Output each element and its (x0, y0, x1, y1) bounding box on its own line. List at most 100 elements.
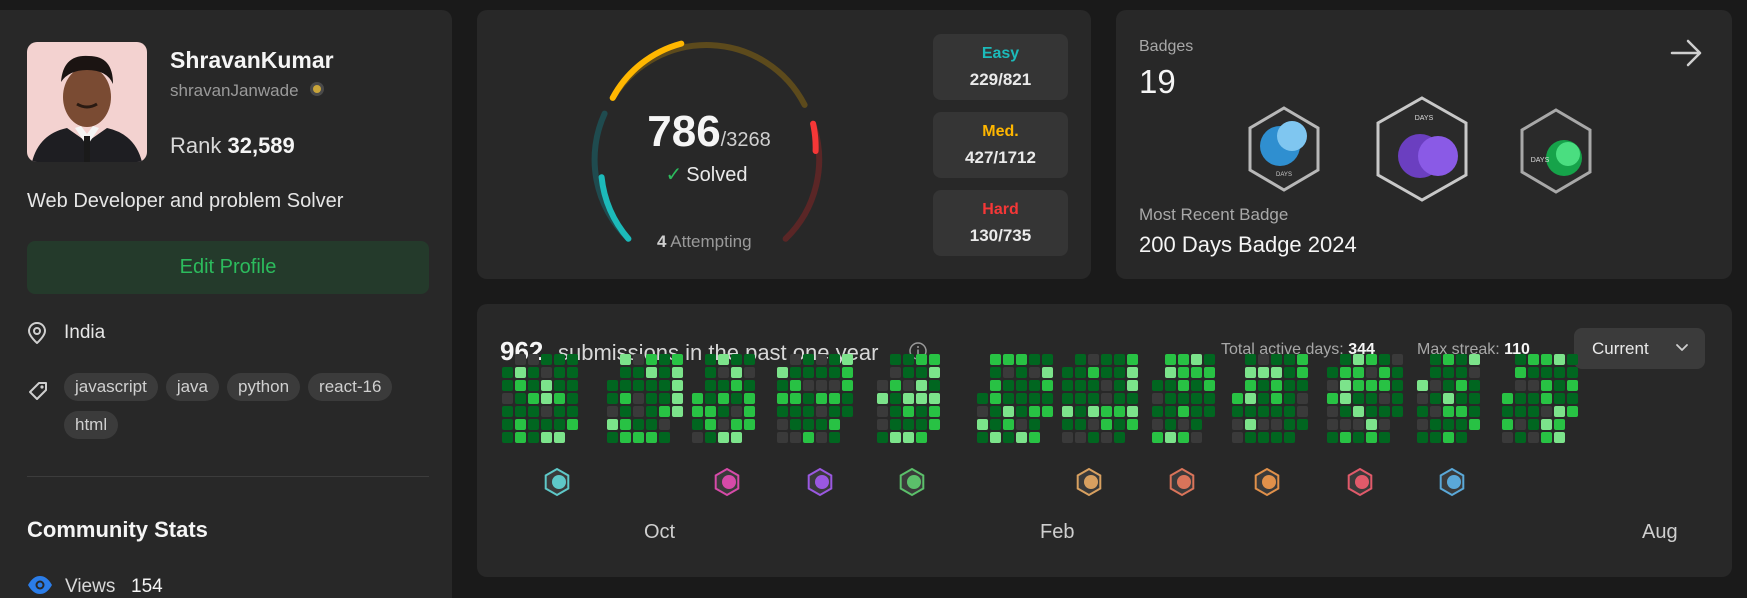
heatmap-day-cell[interactable] (1379, 419, 1390, 430)
heatmap-day-cell[interactable] (1379, 380, 1390, 391)
heatmap-day-cell[interactable] (1430, 419, 1441, 430)
heatmap-day-cell[interactable] (1232, 432, 1243, 443)
heatmap-day-cell[interactable] (1088, 432, 1099, 443)
heatmap-day-cell[interactable] (890, 380, 901, 391)
heatmap-day-cell[interactable] (1456, 380, 1467, 391)
heatmap-day-cell[interactable] (829, 393, 840, 404)
heatmap-day-cell[interactable] (541, 406, 552, 417)
heatmap-day-cell[interactable] (1327, 419, 1338, 430)
heatmap-day-cell[interactable] (1016, 380, 1027, 391)
skill-tag[interactable]: react-16 (308, 373, 393, 401)
heatmap-day-cell[interactable] (1284, 380, 1295, 391)
heatmap-day-cell[interactable] (829, 380, 840, 391)
heatmap-day-cell[interactable] (877, 406, 888, 417)
heatmap-day-cell[interactable] (541, 432, 552, 443)
heatmap-day-cell[interactable] (1178, 380, 1189, 391)
skill-tag[interactable]: html (64, 411, 119, 439)
heatmap-day-cell[interactable] (929, 380, 940, 391)
heatmap-day-cell[interactable] (1127, 367, 1138, 378)
heatmap-day-cell[interactable] (705, 380, 716, 391)
heatmap-day-cell[interactable] (1003, 367, 1014, 378)
heatmap-day-cell[interactable] (1541, 367, 1552, 378)
heatmap-day-cell[interactable] (1515, 406, 1526, 417)
heatmap-day-cell[interactable] (803, 393, 814, 404)
heatmap-day-cell[interactable] (1127, 419, 1138, 430)
heatmap-day-cell[interactable] (1016, 432, 1027, 443)
heatmap-day-cell[interactable] (718, 406, 729, 417)
heatmap-day-cell[interactable] (1088, 419, 1099, 430)
heatmap-day-cell[interactable] (816, 419, 827, 430)
heatmap-day-cell[interactable] (1417, 393, 1428, 404)
heatmap-day-cell[interactable] (916, 354, 927, 365)
heatmap-day-cell[interactable] (1191, 406, 1202, 417)
heatmap-day-cell[interactable] (1502, 406, 1513, 417)
heatmap-day-cell[interactable] (515, 419, 526, 430)
heatmap-day-cell[interactable] (1469, 419, 1480, 430)
heatmap-day-cell[interactable] (1075, 354, 1086, 365)
heatmap-day-cell[interactable] (1528, 380, 1539, 391)
heatmap-day-cell[interactable] (1456, 354, 1467, 365)
heatmap-day-cell[interactable] (1502, 393, 1513, 404)
heatmap-day-cell[interactable] (1456, 419, 1467, 430)
heatmap-day-cell[interactable] (502, 419, 513, 430)
heatmap-day-cell[interactable] (633, 419, 644, 430)
heatmap-day-cell[interactable] (1062, 406, 1073, 417)
heatmap-day-cell[interactable] (1379, 432, 1390, 443)
heatmap-day-cell[interactable] (1101, 354, 1112, 365)
heatmap-day-cell[interactable] (502, 367, 513, 378)
heatmap-day-cell[interactable] (1417, 380, 1428, 391)
heatmap-day-cell[interactable] (1554, 393, 1565, 404)
heatmap-day-cell[interactable] (1029, 432, 1040, 443)
heatmap-day-cell[interactable] (1469, 406, 1480, 417)
heatmap-day-cell[interactable] (528, 419, 539, 430)
heatmap-day-cell[interactable] (731, 432, 742, 443)
heatmap-day-cell[interactable] (705, 367, 716, 378)
heatmap-day-cell[interactable] (659, 406, 670, 417)
heatmap-day-cell[interactable] (1541, 354, 1552, 365)
heatmap-day-cell[interactable] (1127, 354, 1138, 365)
heatmap-day-cell[interactable] (1469, 354, 1480, 365)
heatmap-day-cell[interactable] (1528, 419, 1539, 430)
heatmap-day-cell[interactable] (1204, 393, 1215, 404)
heatmap-day-cell[interactable] (1114, 432, 1125, 443)
heatmap-day-cell[interactable] (515, 406, 526, 417)
heatmap-day-cell[interactable] (1114, 367, 1125, 378)
days-100-badge-icon[interactable]: DAYS (1246, 106, 1322, 192)
heatmap-day-cell[interactable] (1088, 354, 1099, 365)
heatmap-day-cell[interactable] (1127, 406, 1138, 417)
heatmap-day-cell[interactable] (1430, 380, 1441, 391)
heatmap-day-cell[interactable] (1245, 393, 1256, 404)
heatmap-day-cell[interactable] (790, 367, 801, 378)
heatmap-day-cell[interactable] (1469, 393, 1480, 404)
heatmap-day-cell[interactable] (1567, 380, 1578, 391)
heatmap-day-cell[interactable] (1541, 406, 1552, 417)
heatmap-day-cell[interactable] (1392, 393, 1403, 404)
heatmap-day-cell[interactable] (1554, 380, 1565, 391)
heatmap-day-cell[interactable] (1271, 367, 1282, 378)
monthly-badge-icon[interactable] (1169, 467, 1195, 497)
heatmap-day-cell[interactable] (1366, 367, 1377, 378)
heatmap-day-cell[interactable] (1029, 419, 1040, 430)
heatmap-day-cell[interactable] (1178, 406, 1189, 417)
heatmap-day-cell[interactable] (1443, 367, 1454, 378)
heatmap-day-cell[interactable] (731, 393, 742, 404)
heatmap-day-cell[interactable] (1327, 432, 1338, 443)
heatmap-day-cell[interactable] (1165, 419, 1176, 430)
heatmap-day-cell[interactable] (903, 419, 914, 430)
heatmap-day-cell[interactable] (777, 432, 788, 443)
heatmap-day-cell[interactable] (1515, 419, 1526, 430)
heatmap-day-cell[interactable] (777, 367, 788, 378)
heatmap-day-cell[interactable] (1554, 432, 1565, 443)
heatmap-day-cell[interactable] (1042, 380, 1053, 391)
heatmap-day-cell[interactable] (1062, 367, 1073, 378)
heatmap-day-cell[interactable] (1245, 354, 1256, 365)
medium-stat[interactable]: Med. 427/1712 (933, 112, 1068, 178)
heatmap-day-cell[interactable] (607, 380, 618, 391)
heatmap-day-cell[interactable] (1127, 393, 1138, 404)
heatmap-day-cell[interactable] (659, 432, 670, 443)
heatmap-day-cell[interactable] (705, 432, 716, 443)
heatmap-day-cell[interactable] (1443, 419, 1454, 430)
heatmap-day-cell[interactable] (633, 393, 644, 404)
heatmap-day-cell[interactable] (903, 432, 914, 443)
days-200-badge-icon[interactable]: DAYS (1374, 96, 1470, 202)
